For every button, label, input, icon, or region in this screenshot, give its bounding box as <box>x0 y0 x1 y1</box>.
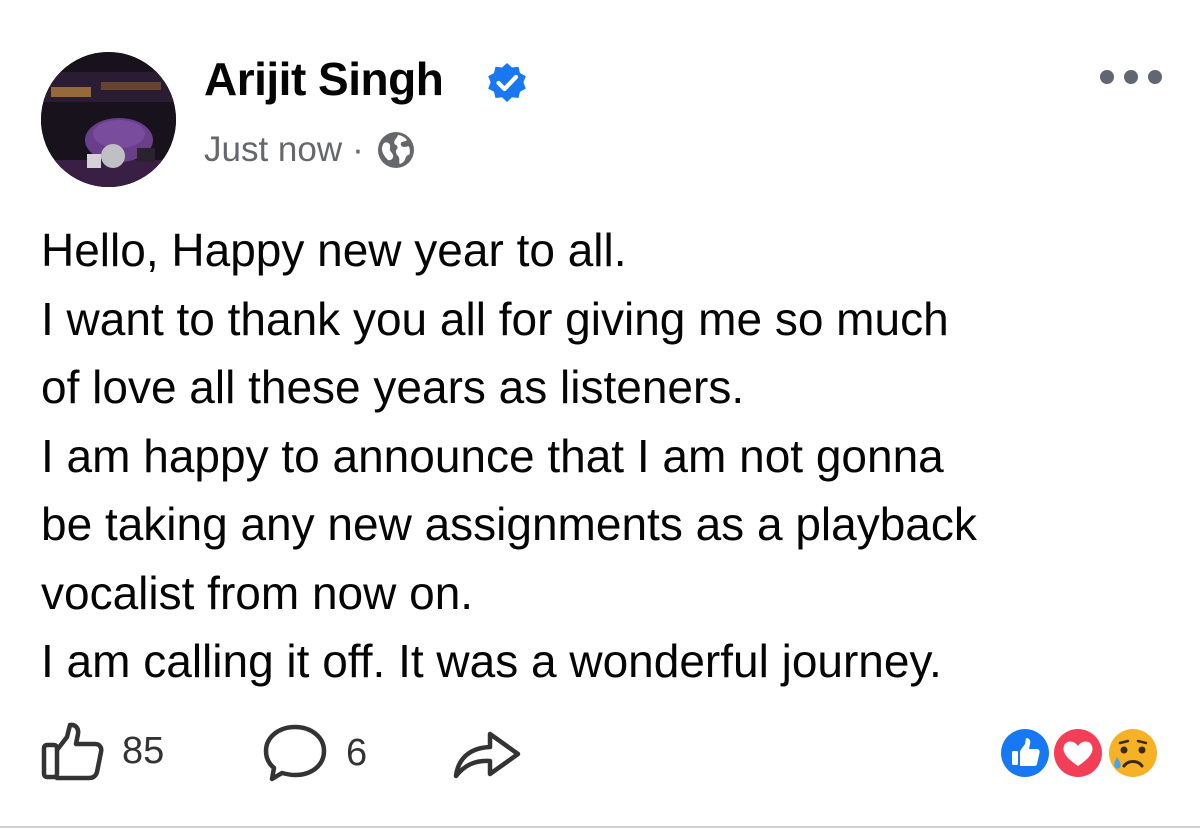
post-text-line: be taking any new assignments as a playb… <box>41 498 977 550</box>
meta-separator: · <box>352 130 364 169</box>
comment-count: 6 <box>346 731 368 774</box>
post-text-line: Hello, Happy new year to all. <box>41 224 627 276</box>
comment-bubble-icon <box>263 724 327 782</box>
facebook-post: Arijit Singh Just now · Hello, Happy new… <box>0 0 1200 829</box>
post-body: Hello, Happy new year to all. I want to … <box>41 216 1171 696</box>
love-reaction-icon <box>1051 726 1105 780</box>
author-name[interactable]: Arijit Singh <box>204 52 444 106</box>
like-count: 85 <box>122 729 165 772</box>
share-button[interactable] <box>448 722 524 782</box>
reactions-summary[interactable] <box>996 722 1164 784</box>
globe-icon[interactable] <box>376 130 416 170</box>
post-text-line: vocalist from now on. <box>41 566 474 619</box>
post-meta: Just now · <box>204 130 416 170</box>
verified-badge-icon <box>488 63 526 102</box>
sad-reaction-icon <box>1109 729 1157 777</box>
thumbs-up-icon <box>41 722 104 781</box>
avatar[interactable] <box>41 52 176 187</box>
share-arrow-icon <box>453 731 521 779</box>
more-options-icon[interactable] <box>1098 62 1164 92</box>
timestamp[interactable]: Just now <box>204 130 342 170</box>
post-text-line: I am calling it off. It was a wonderful … <box>41 635 942 687</box>
like-button[interactable]: 85 <box>40 720 164 782</box>
post-text-line: I am happy to announce that I am not gon… <box>41 429 944 482</box>
like-reaction-icon <box>998 726 1052 780</box>
comment-button[interactable]: 6 <box>262 723 367 783</box>
post-text-line: of love all these years as listeners. <box>41 361 745 413</box>
post-text-line: I want to thank you all for giving me so… <box>41 292 949 345</box>
divider <box>0 826 1200 828</box>
